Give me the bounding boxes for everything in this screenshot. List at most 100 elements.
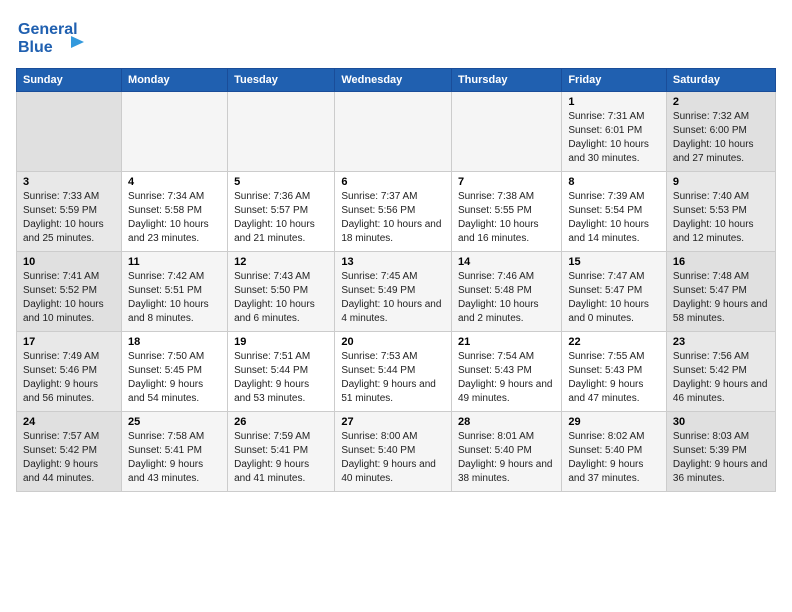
- day-cell: 20Sunrise: 7:53 AM Sunset: 5:44 PM Dayli…: [335, 332, 452, 412]
- logo-icon: GeneralBlue: [16, 16, 86, 56]
- day-cell: 2 Sunrise: 7:32 AM Sunset: 6:00 PM Daylig…: [666, 92, 775, 172]
- day-cell: 4Sunrise: 7:34 AM Sunset: 5:58 PM Daylig…: [122, 172, 228, 252]
- day-info: Sunrise: 7:53 AM Sunset: 5:44 PM Dayligh…: [341, 350, 445, 406]
- header-cell-wednesday: Wednesday: [335, 69, 452, 92]
- day-info: Sunrise: 7:39 AM Sunset: 5:54 PM Dayligh…: [568, 190, 660, 246]
- day-info: Sunrise: 7:55 AM Sunset: 5:43 PM Dayligh…: [568, 350, 660, 406]
- day-cell: 7 Sunrise: 7:38 AM Sunset: 5:55 PM Daylig…: [451, 172, 561, 252]
- svg-text:Blue: Blue: [18, 39, 53, 56]
- day-info: Sunrise: 7:58 AM Sunset: 5:41 PM Dayligh…: [128, 430, 221, 486]
- day-number: 23: [673, 336, 769, 348]
- day-cell: 22 Sunrise: 7:55 AM Sunset: 5:43 PM Dayli…: [562, 332, 667, 412]
- day-number: 16: [673, 256, 769, 268]
- svg-text:General: General: [18, 21, 78, 38]
- day-info: Sunrise: 7:50 AM Sunset: 5:45 PM Dayligh…: [128, 350, 221, 406]
- day-info: Sunrise: 7:41 AM Sunset: 5:52 PM Dayligh…: [23, 270, 115, 326]
- header-cell-thursday: Thursday: [451, 69, 561, 92]
- day-info: Sunrise: 8:01 AM Sunset: 5:40 PM Dayligh…: [458, 430, 555, 486]
- day-cell: 6Sunrise: 7:37 AM Sunset: 5:56 PM Daylig…: [335, 172, 452, 252]
- week-row-4: 24 Sunrise: 7:57 AM Sunset: 5:42 PM Dayli…: [17, 412, 776, 492]
- day-number: 13: [341, 256, 445, 268]
- day-cell: 27 Sunrise: 8:00 AM Sunset: 5:40 PM Dayli…: [335, 412, 452, 492]
- day-info: Sunrise: 7:45 AM Sunset: 5:49 PM Dayligh…: [341, 270, 445, 326]
- day-cell: 26 Sunrise: 7:59 AM Sunset: 5:41 PM Dayli…: [228, 412, 335, 492]
- calendar-body: 1 Sunrise: 7:31 AM Sunset: 6:01 PM Daylig…: [17, 92, 776, 492]
- day-number: 7: [458, 176, 555, 188]
- header-cell-monday: Monday: [122, 69, 228, 92]
- day-number: 12: [234, 256, 328, 268]
- day-number: 25: [128, 416, 221, 428]
- day-number: 26: [234, 416, 328, 428]
- day-cell: 29 Sunrise: 8:02 AM Sunset: 5:40 PM Dayli…: [562, 412, 667, 492]
- day-info: Sunrise: 7:33 AM Sunset: 5:59 PM Dayligh…: [23, 190, 115, 246]
- week-row-1: 3 Sunrise: 7:33 AM Sunset: 5:59 PM Daylig…: [17, 172, 776, 252]
- day-number: 8: [568, 176, 660, 188]
- day-info: Sunrise: 7:32 AM Sunset: 6:00 PM Dayligh…: [673, 110, 769, 166]
- day-cell: 12 Sunrise: 7:43 AM Sunset: 5:50 PM Dayli…: [228, 252, 335, 332]
- day-info: Sunrise: 7:31 AM Sunset: 6:01 PM Dayligh…: [568, 110, 660, 166]
- day-number: 17: [23, 336, 115, 348]
- header-cell-sunday: Sunday: [17, 69, 122, 92]
- day-info: Sunrise: 7:36 AM Sunset: 5:57 PM Dayligh…: [234, 190, 328, 246]
- day-number: 15: [568, 256, 660, 268]
- header-cell-friday: Friday: [562, 69, 667, 92]
- day-number: 11: [128, 256, 221, 268]
- day-number: 22: [568, 336, 660, 348]
- page-header: GeneralBlue: [16, 16, 776, 56]
- logo: GeneralBlue: [16, 16, 86, 56]
- day-number: 29: [568, 416, 660, 428]
- day-number: 27: [341, 416, 445, 428]
- day-cell: 3 Sunrise: 7:33 AM Sunset: 5:59 PM Daylig…: [17, 172, 122, 252]
- day-info: Sunrise: 7:49 AM Sunset: 5:46 PM Dayligh…: [23, 350, 115, 406]
- day-number: 4: [128, 176, 221, 188]
- day-number: 9: [673, 176, 769, 188]
- day-info: Sunrise: 7:47 AM Sunset: 5:47 PM Dayligh…: [568, 270, 660, 326]
- day-cell: 13 Sunrise: 7:45 AM Sunset: 5:49 PM Dayli…: [335, 252, 452, 332]
- header-row: SundayMondayTuesdayWednesdayThursdayFrid…: [17, 69, 776, 92]
- day-number: 28: [458, 416, 555, 428]
- day-number: 18: [128, 336, 221, 348]
- day-number: 24: [23, 416, 115, 428]
- day-cell: 10 Sunrise: 7:41 AM Sunset: 5:52 PM Dayli…: [17, 252, 122, 332]
- day-number: 10: [23, 256, 115, 268]
- day-info: Sunrise: 7:57 AM Sunset: 5:42 PM Dayligh…: [23, 430, 115, 486]
- day-info: Sunrise: 7:43 AM Sunset: 5:50 PM Dayligh…: [234, 270, 328, 326]
- day-cell: 25 Sunrise: 7:58 AM Sunset: 5:41 PM Dayli…: [122, 412, 228, 492]
- day-number: 21: [458, 336, 555, 348]
- day-cell: [335, 92, 452, 172]
- day-number: 5: [234, 176, 328, 188]
- day-info: Sunrise: 7:48 AM Sunset: 5:47 PM Dayligh…: [673, 270, 769, 326]
- day-info: Sunrise: 7:51 AM Sunset: 5:44 PM Dayligh…: [234, 350, 328, 406]
- header-cell-tuesday: Tuesday: [228, 69, 335, 92]
- day-info: Sunrise: 7:40 AM Sunset: 5:53 PM Dayligh…: [673, 190, 769, 246]
- day-cell: 23 Sunrise: 7:56 AM Sunset: 5:42 PM Dayli…: [666, 332, 775, 412]
- day-info: Sunrise: 8:02 AM Sunset: 5:40 PM Dayligh…: [568, 430, 660, 486]
- day-info: Sunrise: 7:59 AM Sunset: 5:41 PM Dayligh…: [234, 430, 328, 486]
- header-cell-saturday: Saturday: [666, 69, 775, 92]
- day-info: Sunrise: 7:56 AM Sunset: 5:42 PM Dayligh…: [673, 350, 769, 406]
- day-cell: 21Sunrise: 7:54 AM Sunset: 5:43 PM Dayli…: [451, 332, 561, 412]
- week-row-3: 17 Sunrise: 7:49 AM Sunset: 5:46 PM Dayli…: [17, 332, 776, 412]
- day-cell: 11 Sunrise: 7:42 AM Sunset: 5:51 PM Dayli…: [122, 252, 228, 332]
- day-cell: 9 Sunrise: 7:40 AM Sunset: 5:53 PM Daylig…: [666, 172, 775, 252]
- day-info: Sunrise: 7:38 AM Sunset: 5:55 PM Dayligh…: [458, 190, 555, 246]
- day-cell: 24 Sunrise: 7:57 AM Sunset: 5:42 PM Dayli…: [17, 412, 122, 492]
- day-cell: 18 Sunrise: 7:50 AM Sunset: 5:45 PM Dayli…: [122, 332, 228, 412]
- day-cell: 16 Sunrise: 7:48 AM Sunset: 5:47 PM Dayli…: [666, 252, 775, 332]
- day-number: 1: [568, 96, 660, 108]
- calendar-header: SundayMondayTuesdayWednesdayThursdayFrid…: [17, 69, 776, 92]
- day-cell: 17 Sunrise: 7:49 AM Sunset: 5:46 PM Dayli…: [17, 332, 122, 412]
- day-cell: [228, 92, 335, 172]
- day-cell: 15 Sunrise: 7:47 AM Sunset: 5:47 PM Dayli…: [562, 252, 667, 332]
- day-cell: 19 Sunrise: 7:51 AM Sunset: 5:44 PM Dayli…: [228, 332, 335, 412]
- day-number: 3: [23, 176, 115, 188]
- day-number: 19: [234, 336, 328, 348]
- day-number: 6: [341, 176, 445, 188]
- day-cell: [451, 92, 561, 172]
- day-cell: [122, 92, 228, 172]
- day-info: Sunrise: 8:00 AM Sunset: 5:40 PM Dayligh…: [341, 430, 445, 486]
- week-row-2: 10 Sunrise: 7:41 AM Sunset: 5:52 PM Dayli…: [17, 252, 776, 332]
- day-cell: 5 Sunrise: 7:36 AM Sunset: 5:57 PM Daylig…: [228, 172, 335, 252]
- day-number: 2: [673, 96, 769, 108]
- day-info: Sunrise: 7:42 AM Sunset: 5:51 PM Dayligh…: [128, 270, 221, 326]
